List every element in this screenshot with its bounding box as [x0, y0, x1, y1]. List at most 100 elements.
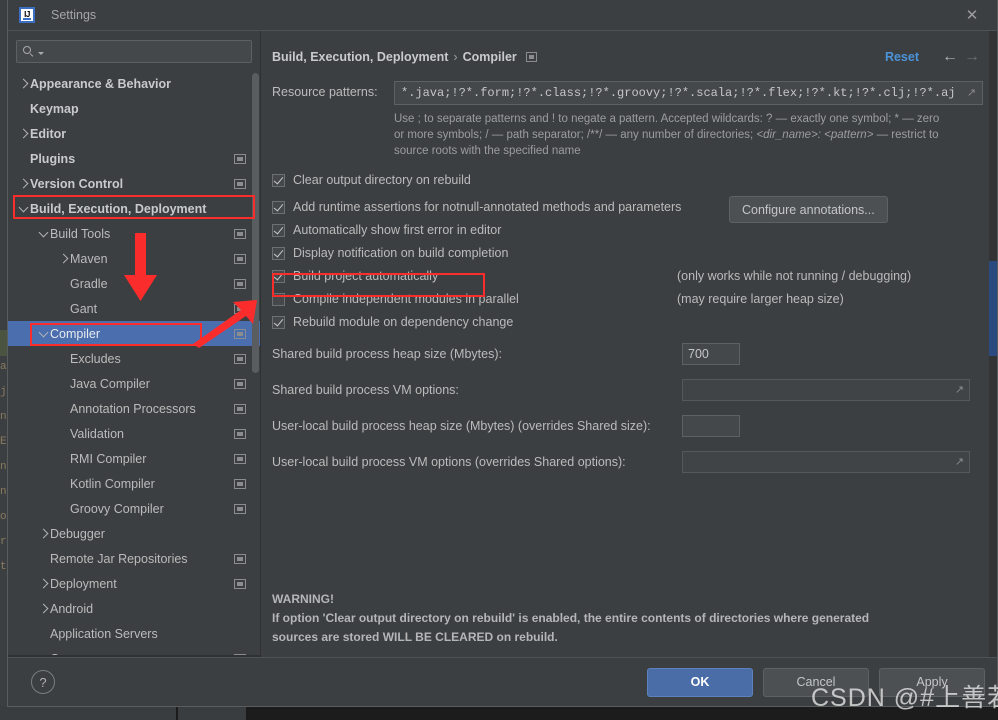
project-scope-icon	[234, 278, 246, 289]
sidebar-item-deployment[interactable]: Deployment	[8, 571, 260, 596]
checkbox-build-project-automatically[interactable]	[272, 269, 285, 283]
sidebar-item-version-control[interactable]: Version Control	[8, 171, 260, 196]
chevron-right-icon[interactable]	[16, 78, 30, 89]
checkbox-rebuild-module-on-dependency-change[interactable]	[272, 315, 285, 329]
cancel-button[interactable]: Cancel	[763, 667, 869, 697]
dialog-footer: ? OK Cancel Apply	[8, 657, 997, 706]
checkbox-label[interactable]: Build project automatically	[293, 269, 438, 283]
sidebar-item-label: Maven	[70, 251, 108, 266]
sidebar-item-plugins[interactable]: Plugins	[8, 146, 260, 171]
checkbox-add-runtime-assertions-for-notnull-annotated-methods-and-parameters[interactable]	[272, 200, 285, 214]
checkbox-label[interactable]: Display notification on build completion	[293, 246, 508, 260]
chevron-right-icon[interactable]	[16, 178, 30, 189]
resource-patterns-field[interactable]: ↗	[394, 81, 983, 105]
input-shared-build-process-vm-options[interactable]	[689, 382, 953, 398]
input-shared-build-process-heap-size-mbytes[interactable]	[682, 343, 740, 365]
settings-dialog: IJ Settings ✕ Appearance & Behavior Keyma…	[7, 0, 998, 707]
chevron-right-icon[interactable]	[36, 603, 50, 614]
sidebar-item-application-servers[interactable]: Application Servers	[8, 621, 260, 646]
sidebar-item-keymap[interactable]: Keymap	[8, 96, 260, 121]
input-user-local-build-process-heap-size-mbytes-overrides-shared-size[interactable]	[682, 415, 740, 437]
sidebar-item-build-tools[interactable]: Build Tools	[8, 221, 260, 246]
reset-button[interactable]: Reset	[885, 50, 919, 64]
arrow-right-icon[interactable]: →	[961, 49, 983, 65]
sidebar-item-excludes[interactable]: Excludes	[8, 346, 260, 371]
sidebar-item-gant[interactable]: Gant	[8, 296, 260, 321]
sidebar-item-validation[interactable]: Validation	[8, 421, 260, 446]
apply-button[interactable]: Apply	[879, 667, 985, 697]
checkbox-compile-independent-modules-in-parallel[interactable]	[272, 292, 285, 306]
help-icon[interactable]: ?	[31, 670, 55, 694]
field-label: Shared build process heap size (Mbytes):	[272, 347, 502, 361]
chevron-right-icon[interactable]	[36, 528, 50, 539]
sidebar-item-label: Groovy Compiler	[70, 501, 164, 516]
hint-line-3: source roots with the specified name	[394, 145, 581, 157]
sidebar-item-maven[interactable]: Maven	[8, 246, 260, 271]
sidebar-item-annotation-processors[interactable]: Annotation Processors	[8, 396, 260, 421]
chevron-down-icon[interactable]	[16, 202, 30, 212]
sidebar-item-label: Appearance & Behavior	[30, 76, 172, 91]
sidebar-item-build-execution-deployment[interactable]: Build, Execution, Deployment	[8, 196, 260, 221]
chevron-down-icon[interactable]	[36, 327, 50, 337]
project-scope-icon	[234, 303, 246, 314]
sidebar-scrollbar[interactable]	[252, 73, 259, 373]
sidebar-item-java-compiler[interactable]: Java Compiler	[8, 371, 260, 396]
settings-content-pane: Build, Execution, Deployment › Compiler Re…	[261, 31, 997, 657]
resource-patterns-hint: Use ; to separate patterns and ! to nega…	[394, 111, 974, 159]
chevron-right-icon[interactable]	[16, 128, 30, 139]
expand-field-icon[interactable]: ↗	[953, 456, 966, 469]
arrow-left-icon[interactable]: ←	[939, 49, 961, 65]
breadcrumb-root[interactable]: Build, Execution, Deployment	[272, 50, 448, 64]
expand-field-icon[interactable]: ↗	[965, 87, 978, 100]
sidebar-item-remote-jar-repositories[interactable]: Remote Jar Repositories	[8, 546, 260, 571]
sidebar-item-label: Gant	[70, 301, 98, 316]
sidebar-item-label: Excludes	[70, 351, 121, 366]
resource-patterns-input[interactable]	[401, 86, 965, 100]
content-scrollbar-track[interactable]	[989, 31, 997, 657]
sidebar-item-editor[interactable]: Editor	[8, 121, 260, 146]
sidebar-item-rmi-compiler[interactable]: RMI Compiler	[8, 446, 260, 471]
chevron-right-icon[interactable]	[36, 578, 50, 589]
checkbox-label[interactable]: Add runtime assertions for notnull-annot…	[293, 200, 681, 214]
input-user-local-build-process-vm-options-overrides-shared-options[interactable]	[689, 454, 953, 470]
checkbox-label[interactable]: Automatically show first error in editor	[293, 223, 501, 237]
checkbox-clear-output-directory-on-rebuild[interactable]	[272, 173, 285, 187]
checkbox-label[interactable]: Rebuild module on dependency change	[293, 315, 513, 329]
sidebar-item-debugger[interactable]: Debugger	[8, 521, 260, 546]
configure-annotations-button[interactable]: Configure annotations...	[729, 196, 888, 223]
field-shared-build-process-vm-options[interactable]: ↗	[682, 379, 970, 401]
chevron-right-icon[interactable]	[56, 253, 70, 264]
project-scope-icon	[234, 328, 246, 339]
hint-line-2: or more symbols; / — path separator; /**…	[394, 127, 974, 143]
sidebar-item-label: Debugger	[50, 526, 105, 541]
project-scope-icon	[234, 478, 246, 489]
sidebar-item-kotlin-compiler[interactable]: Kotlin Compiler	[8, 471, 260, 496]
field-row: Shared build process VM options: ↗	[272, 379, 983, 401]
checkbox-label[interactable]: Clear output directory on rebuild	[293, 173, 471, 187]
field-row: Shared build process heap size (Mbytes):	[272, 343, 983, 365]
resource-patterns-label: Resource patterns:	[272, 85, 378, 99]
project-scope-icon	[234, 378, 246, 389]
sidebar-item-label: Validation	[70, 426, 124, 441]
expand-field-icon[interactable]: ↗	[953, 384, 966, 397]
search-box[interactable]	[16, 40, 252, 63]
intellij-idea-icon: IJ	[19, 7, 35, 23]
sidebar-item-appearance-behavior[interactable]: Appearance & Behavior	[8, 71, 260, 96]
sidebar-item-gradle[interactable]: Gradle	[8, 271, 260, 296]
sidebar-item-android[interactable]: Android	[8, 596, 260, 621]
search-input[interactable]	[48, 44, 245, 59]
sidebar-item-compiler[interactable]: Compiler	[8, 321, 260, 346]
breadcrumb-row: Build, Execution, Deployment › Compiler Re…	[261, 31, 997, 68]
project-scope-icon	[234, 253, 246, 264]
checkbox-label[interactable]: Compile independent modules in parallel	[293, 292, 519, 306]
content-scrollbar-thumb[interactable]	[989, 261, 997, 356]
sidebar-item-groovy-compiler[interactable]: Groovy Compiler	[8, 496, 260, 521]
project-scope-icon	[234, 428, 246, 439]
close-icon[interactable]: ✕	[957, 4, 987, 26]
ok-button[interactable]: OK	[647, 667, 753, 697]
field-user-local-build-process-vm-options-overrides-shared-options[interactable]: ↗	[682, 451, 970, 473]
checkbox-display-notification-on-build-completion[interactable]	[272, 246, 285, 260]
settings-tree[interactable]: Appearance & Behavior Keymap Editor Plugins…	[8, 69, 260, 657]
checkbox-automatically-show-first-error-in-editor[interactable]	[272, 223, 285, 237]
chevron-down-icon[interactable]	[36, 227, 50, 237]
